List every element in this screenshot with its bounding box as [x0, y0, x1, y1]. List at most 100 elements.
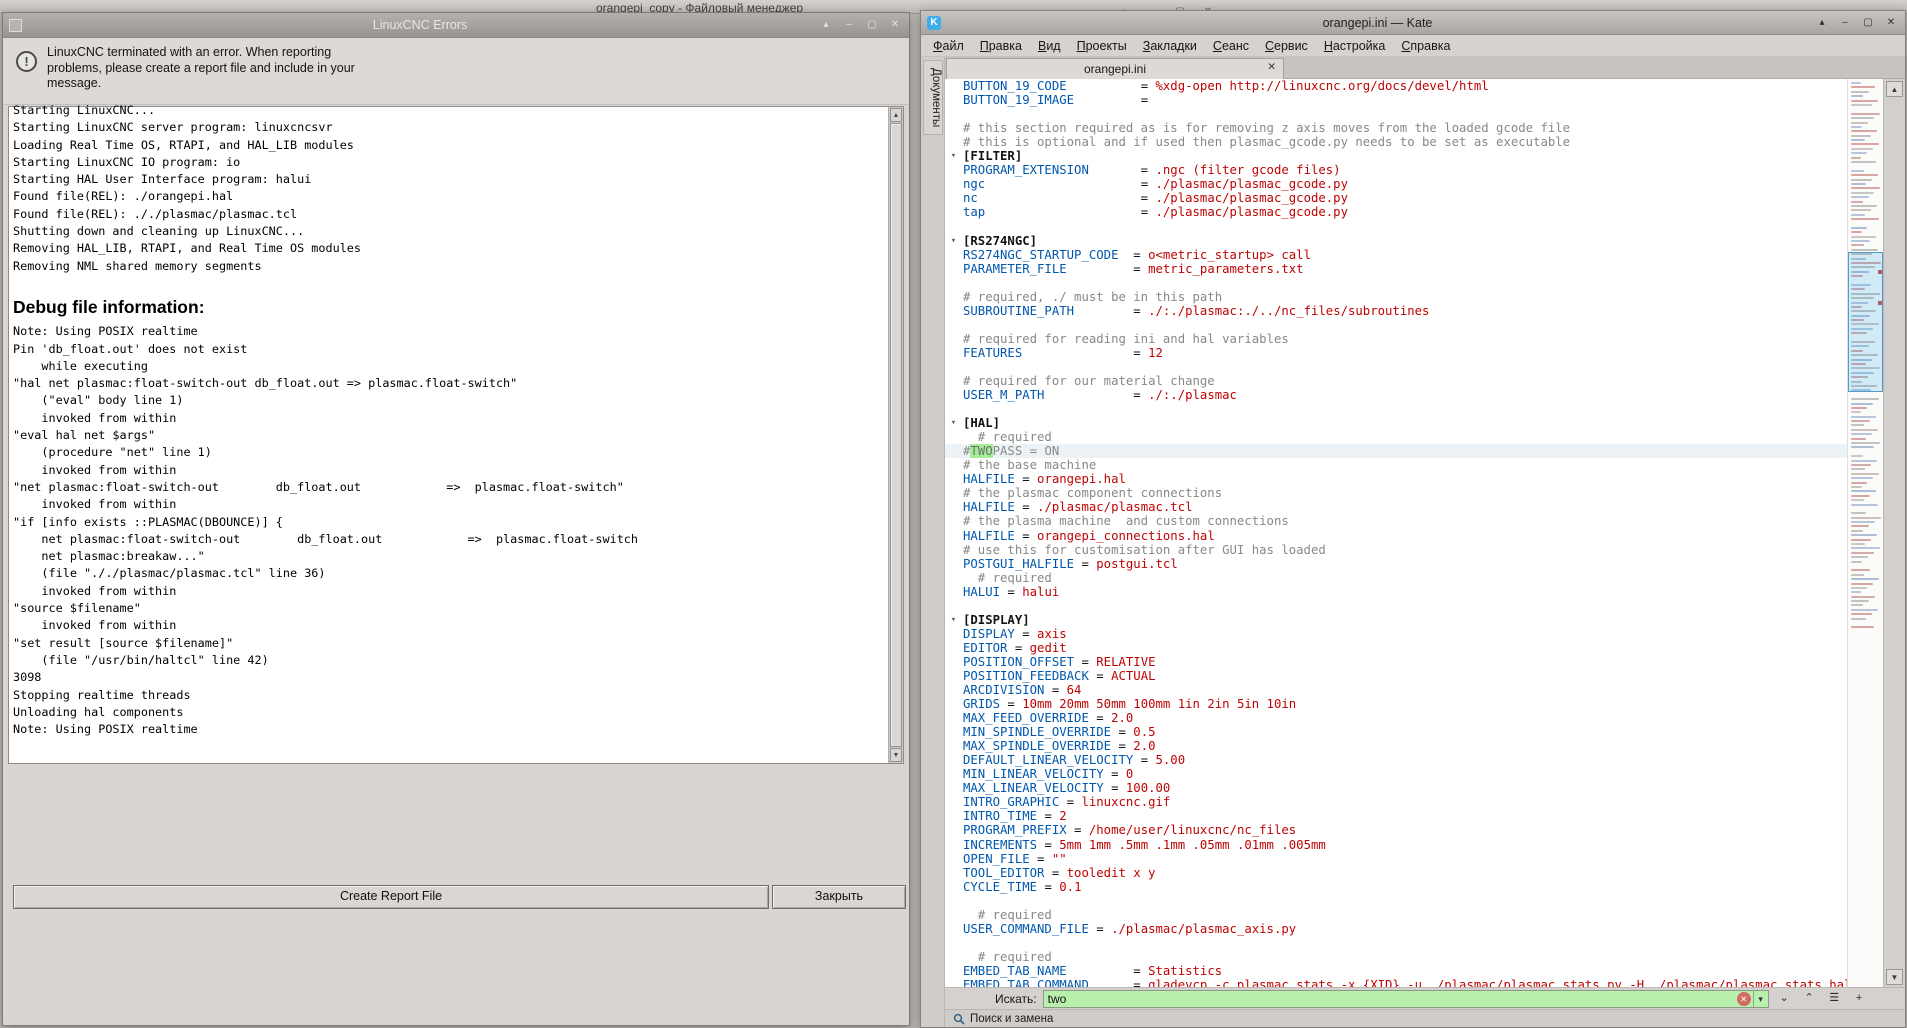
menu-item-1[interactable]: Правка	[972, 37, 1030, 55]
search-field: ✕ ▾	[1042, 989, 1769, 1008]
find-next-button[interactable]: ⌄	[1775, 989, 1794, 1008]
editor-line: USER_COMMAND_FILE = ./plasmac/plasmac_ax…	[963, 921, 1297, 936]
editor-line: # this is optional and if used then plas…	[963, 135, 1571, 150]
menu-item-4[interactable]: Закладки	[1135, 37, 1205, 55]
window-control-icon[interactable]: ▢	[1860, 12, 1876, 34]
search-history-dropdown-icon[interactable]: ▾	[1752, 990, 1768, 1007]
tab-orangepi-ini[interactable]: orangepi.ini ✕	[946, 58, 1284, 79]
log-line: Shutting down and cleaning up LinuxCNC..…	[13, 224, 305, 239]
menu-item-7[interactable]: Настройка	[1316, 37, 1394, 55]
editor-line: POSITION_FEEDBACK = ACTUAL	[963, 668, 1156, 683]
editor-line: MAX_LINEAR_VELOCITY = 100.00	[963, 781, 1171, 796]
editor-lines[interactable]: BUTTON_19_CODE = %xdg-open http://linuxc…	[945, 79, 1847, 987]
window-control-icon[interactable]: ▢	[864, 14, 880, 36]
window-control-icon[interactable]: ✕	[887, 14, 903, 36]
kate-titlebar: K orangepi.ini — Kate ▴ – ▢ ✕	[921, 11, 1905, 35]
log-line: Starting LinuxCNC server program: linuxc…	[13, 120, 333, 135]
window-control-icon[interactable]: ▴	[818, 14, 834, 36]
editor-line: # required for reading ini and hal varia…	[963, 331, 1289, 346]
scroll-down-icon[interactable]: ▼	[890, 748, 902, 762]
editor-line: nc = ./plasmac/plasmac_gcode.py	[963, 191, 1348, 206]
search-bar: Искать: ✕ ▾ ⌄ ⌃ ☰ +	[945, 987, 1905, 1009]
error-log-area[interactable]: Starting LinuxCNC... Starting LinuxCNC se…	[8, 103, 904, 764]
menu-item-8[interactable]: Справка	[1393, 37, 1458, 55]
window-control-icon[interactable]: –	[1837, 12, 1853, 34]
editor-line: OPEN_FILE = ""	[963, 851, 1067, 866]
log-line: Stopping realtime threads	[13, 687, 191, 702]
log-line: Debug file information:	[13, 297, 205, 318]
fold-arrow-icon[interactable]: ▾	[946, 234, 961, 248]
log-line: "set result [source $filename]"	[13, 635, 234, 650]
errors-titlebar: LinuxCNC Errors ▴ – ▢ ✕	[3, 13, 909, 38]
menu-item-6[interactable]: Сервис	[1257, 37, 1316, 55]
search-label: Искать:	[995, 991, 1037, 1006]
editor-line: # required for our material change	[963, 373, 1215, 388]
search-input[interactable]	[1043, 991, 1737, 1006]
minimap-viewport[interactable]	[1848, 251, 1883, 393]
editor-line: PROGRAM_PREFIX = /home/user/linuxcnc/nc_…	[963, 823, 1297, 838]
find-previous-button[interactable]: ⌃	[1800, 989, 1819, 1008]
scroll-up-icon[interactable]: ▲	[890, 108, 902, 122]
fold-arrow-icon[interactable]: ▾	[946, 613, 961, 627]
kate-window-controls: ▴ – ▢ ✕	[1814, 12, 1899, 34]
editor-line: DISPLAY = axis	[963, 626, 1067, 641]
editor-line: #TWOPASS = ON	[945, 444, 1847, 459]
scroll-up-icon[interactable]: ▲	[1886, 81, 1903, 97]
window-control-icon[interactable]: ✕	[1883, 12, 1899, 34]
editor-line: HALFILE = ./plasmac/plasmac.tcl	[963, 500, 1193, 515]
search-options-button[interactable]: ☰	[1825, 989, 1844, 1008]
error-log-scrollbar[interactable]: ▲ ▼	[888, 107, 903, 763]
log-line: Loading Real Time OS, RTAPI, and HAL_LIB…	[13, 137, 354, 152]
fold-arrow-icon[interactable]: ▾	[946, 149, 961, 163]
window-control-icon[interactable]: –	[841, 14, 857, 36]
switch-to-power-search-button[interactable]: +	[1850, 989, 1869, 1008]
documents-sidebar-tab[interactable]: Документы	[923, 60, 943, 136]
linuxcnc-errors-window: LinuxCNC Errors ▴ – ▢ ✕ ! LinuxCNC terminat…	[2, 12, 910, 1026]
editor-line: tap = ./plasmac/plasmac_gcode.py	[963, 205, 1348, 220]
editor-line: MAX_SPINDLE_OVERRIDE = 2.0	[963, 739, 1156, 754]
editor-line: ngc = ./plasmac/plasmac_gcode.py	[963, 177, 1348, 192]
menu-item-0[interactable]: Файл	[925, 37, 972, 55]
search-replace-toolview-button[interactable]: Поиск и замена	[970, 1013, 1053, 1025]
menu-item-2[interactable]: Вид	[1030, 37, 1069, 55]
editor-scrollbar[interactable]: ▲ ▼	[1883, 79, 1905, 987]
menu-item-5[interactable]: Сеанс	[1205, 37, 1257, 55]
scrollbar-thumb[interactable]	[890, 123, 902, 747]
tab-close-icon[interactable]: ✕	[1267, 61, 1276, 73]
editor-line: EMBED_TAB_NAME = Statistics	[963, 963, 1223, 978]
fold-arrow-icon[interactable]: ▾	[946, 416, 961, 430]
editor-line: ▾ [RS274NGC]	[945, 234, 1847, 248]
editor-line: CYCLE_TIME = 0.1	[963, 879, 1082, 894]
minimap-scrollbar[interactable]	[1847, 79, 1883, 987]
close-button[interactable]: Закрыть	[772, 885, 906, 909]
log-line: net plasmac:breakaw..."	[13, 549, 205, 564]
log-line: (file "././plasmac/plasmac.tcl" line 36)	[13, 566, 326, 581]
editor-line: EMBED_TAB_COMMAND = gladevcp -c plasmac_…	[963, 978, 1847, 987]
log-line: 3098	[13, 670, 42, 685]
editor-column: orangepi.ini ✕ BUTTON_19_CODE = %xdg-ope…	[945, 57, 1905, 1027]
create-report-file-button[interactable]: Create Report File	[13, 885, 769, 909]
editor-line: # required, ./ must be in this path	[963, 289, 1223, 304]
editor-line: # use this for customisation after GUI h…	[963, 542, 1326, 557]
log-line: Starting HAL User Interface program: hal…	[13, 172, 312, 187]
scroll-down-icon[interactable]: ▼	[1886, 969, 1903, 985]
log-line: "net plasmac:float-switch-out db_float.o…	[13, 479, 624, 494]
magnifier-icon	[953, 1013, 965, 1025]
log-line: (procedure "net" line 1)	[13, 445, 212, 460]
editor-line: PROGRAM_EXTENSION = .ngc (filter gcode f…	[963, 163, 1341, 178]
menu-item-3[interactable]: Проекты	[1069, 37, 1135, 55]
editor-line: INCREMENTS = 5mm 1mm .5mm .1mm .05mm .01…	[963, 837, 1326, 852]
error-log-text[interactable]: Starting LinuxCNC... Starting LinuxCNC se…	[13, 102, 886, 763]
clear-search-icon[interactable]: ✕	[1736, 991, 1751, 1006]
window-control-icon[interactable]: ▴	[1814, 12, 1830, 34]
log-line: "eval hal net $args"	[13, 428, 156, 443]
log-line: invoked from within	[13, 410, 177, 425]
editor-line: ▾ [FILTER]	[945, 149, 1847, 163]
log-line: Pin 'db_float.out' does not exist	[13, 341, 248, 356]
desktop: orangepi_copy - Файловый менеджер ▴–▢✕ L…	[0, 0, 1907, 1028]
